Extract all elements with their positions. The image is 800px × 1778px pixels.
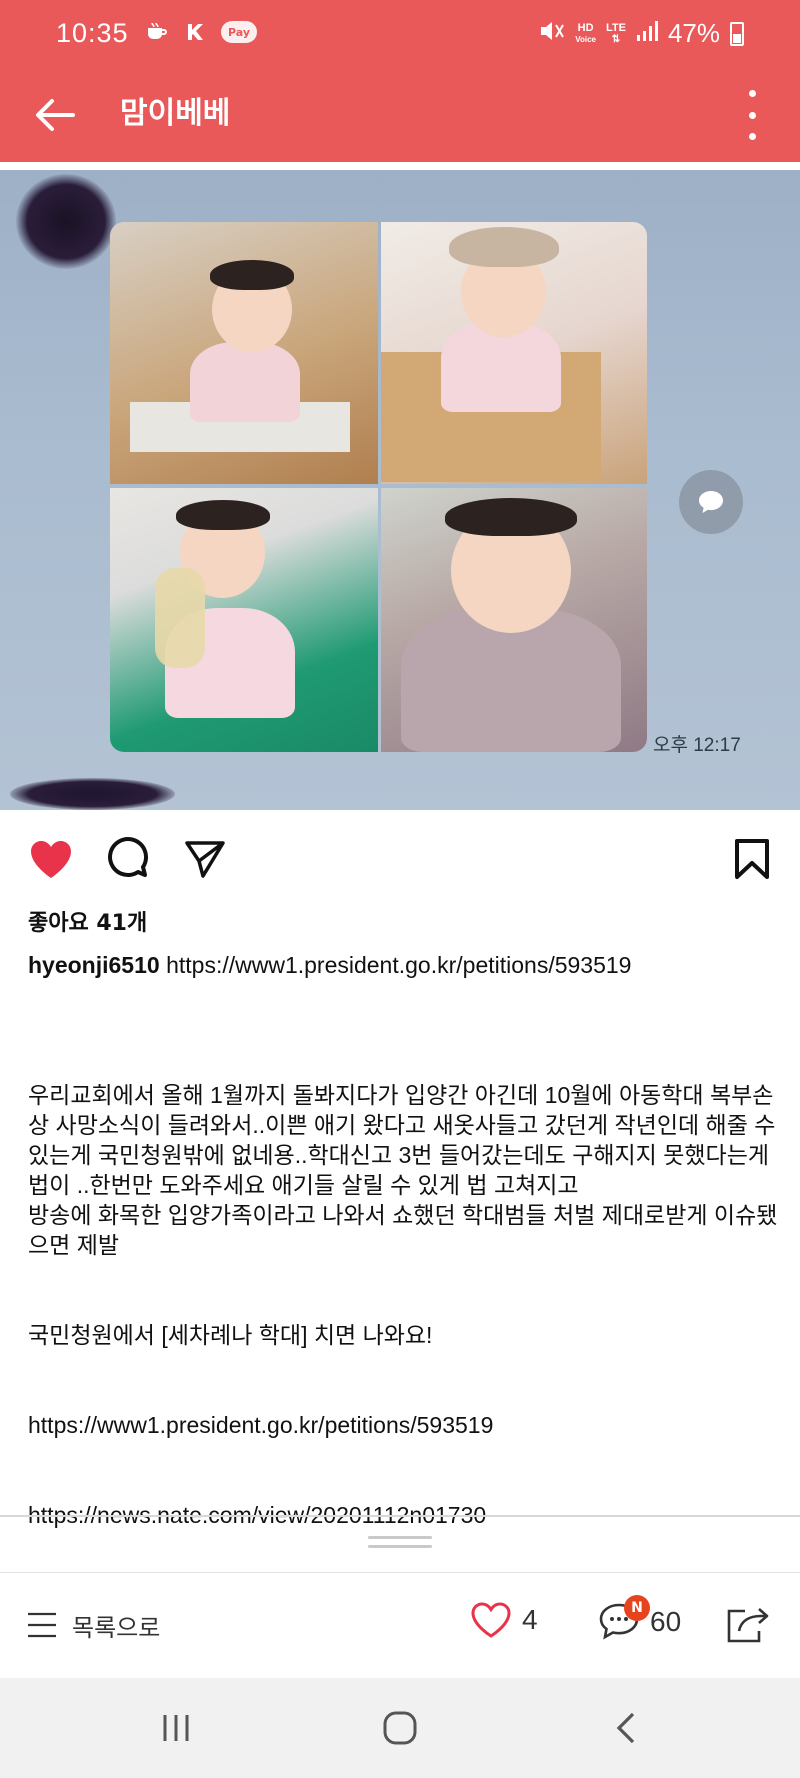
signal-icon — [636, 18, 658, 49]
like-button[interactable] — [26, 834, 76, 884]
recent-apps-icon — [163, 1715, 189, 1741]
lte-indicator: LTE ⇅ — [605, 21, 626, 45]
battery-percent: 47% — [667, 18, 720, 48]
home-button[interactable] — [370, 1706, 430, 1750]
recent-apps-button[interactable] — [146, 1706, 206, 1750]
redaction-scribble — [16, 174, 116, 269]
baby-photo-3 — [110, 488, 378, 752]
photo-collage — [110, 222, 647, 752]
battery-icon — [730, 21, 744, 46]
more-options-button[interactable] — [742, 90, 762, 140]
share-button[interactable] — [180, 834, 230, 884]
comment-icon — [108, 837, 149, 878]
redaction-scribble — [10, 778, 175, 810]
hd-voice-indicator: HD Voice — [575, 21, 596, 44]
back-to-list-button[interactable]: 목록으로 — [26, 1605, 160, 1645]
caption: hyeonji6510 https://www1.president.go.kr… — [28, 950, 773, 981]
bookmark-button[interactable] — [727, 834, 777, 884]
menu-lines-icon — [28, 1612, 56, 1638]
toolbar-share-button[interactable] — [724, 1603, 772, 1647]
mute-icon — [539, 18, 565, 49]
post-actions — [0, 828, 800, 892]
arrow-left-icon — [36, 99, 75, 131]
message-timestamp: 오후 12:17 — [653, 735, 741, 756]
caption-link[interactable]: https://www1.president.go.kr/petitions/5… — [160, 952, 631, 978]
back-button[interactable] — [28, 88, 82, 142]
drag-handle[interactable] — [368, 1536, 432, 1548]
comment-icon-wrap: N — [598, 1595, 650, 1643]
chat-bubble-button[interactable] — [679, 470, 743, 534]
dot-icon — [748, 90, 756, 97]
pay-icon: Pay — [221, 21, 257, 43]
bottom-toolbar: 목록으로 4 N 60 — [0, 1573, 800, 1677]
new-badge: N — [624, 1595, 650, 1621]
post-body-hint: 국민청원에서 [세차례나 학대] 치면 나와요! — [28, 1322, 433, 1348]
divider — [0, 1515, 800, 1517]
send-icon — [185, 841, 225, 878]
toolbar-comment-count: 60 — [650, 1606, 682, 1637]
toolbar-like-button[interactable]: 4 — [470, 1601, 538, 1639]
heart-outline-icon — [471, 1602, 511, 1638]
baby-photo-4 — [381, 488, 647, 752]
status-time: 10:35 — [56, 18, 129, 48]
back-to-list-label: 목록으로 — [72, 1613, 161, 1642]
comment-button[interactable] — [102, 834, 152, 884]
share-arrow-icon — [727, 1608, 769, 1643]
post-image[interactable]: 오후 12:17 — [0, 170, 800, 810]
like-count: 좋아요 41개 — [28, 911, 148, 936]
chat-bubble-icon — [699, 491, 723, 513]
dot-icon — [748, 111, 756, 119]
bookmark-icon — [735, 839, 769, 879]
system-navigation-bar — [0, 1678, 800, 1778]
heart-filled-icon — [31, 841, 71, 878]
status-bar: 10:35 Pay HD Voice LTE ⇅ 47% — [0, 0, 800, 68]
baby-photo-2 — [381, 222, 647, 484]
caption-username[interactable]: hyeonji6510 — [28, 952, 160, 978]
status-system-icons: HD Voice LTE ⇅ 47% — [539, 18, 744, 49]
post-body: 우리교회에서 올해 1월까지 돌봐지다가 입양간 아긴데 10월에 아동학대 복… — [28, 1050, 778, 1560]
baby-photo-1 — [110, 222, 378, 484]
kakao-k-icon — [183, 20, 207, 44]
chevron-left-icon — [616, 1712, 635, 1744]
home-icon — [383, 1711, 417, 1745]
post-body-paragraph: 우리교회에서 올해 1월까지 돌봐지다가 입양간 아긴데 10월에 아동학대 복… — [28, 1082, 778, 1258]
app-header: 맘이베베 — [0, 68, 800, 162]
petition-link[interactable]: https://www1.president.go.kr/petitions/5… — [28, 1410, 778, 1440]
coffee-icon — [145, 20, 169, 44]
system-back-button[interactable] — [596, 1706, 656, 1750]
dot-icon — [748, 133, 756, 140]
status-notification-icons: Pay — [145, 20, 257, 44]
page-title: 맘이베베 — [120, 96, 231, 131]
toolbar-like-count: 4 — [522, 1604, 538, 1635]
toolbar-comment-button[interactable]: N 60 — [598, 1595, 682, 1643]
